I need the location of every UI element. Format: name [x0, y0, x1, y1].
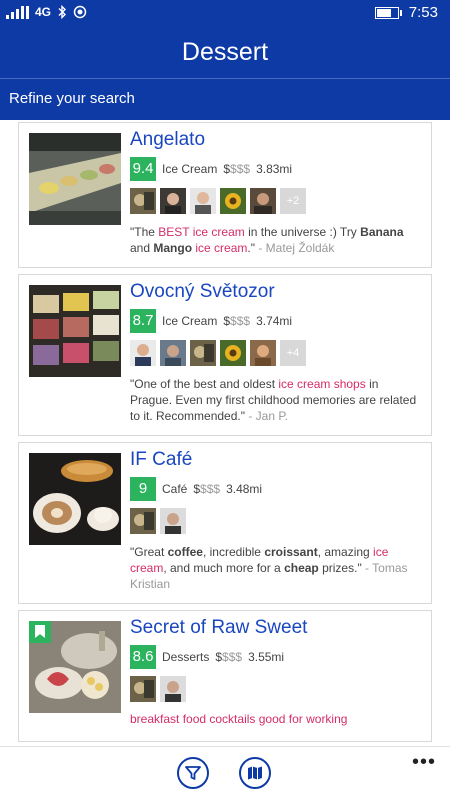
avatar[interactable] — [160, 676, 186, 702]
place-name[interactable]: Ovocný Světozor — [130, 280, 421, 304]
bluetooth-icon — [58, 5, 67, 19]
place-distance: 3.55mi — [248, 650, 285, 664]
place-category: Ice Cream — [162, 162, 218, 176]
place-card[interactable]: IF Café 9 Café $$$$ 3.48mi "Great coffee… — [18, 442, 432, 604]
refine-search-bar[interactable]: Refine your search — [0, 78, 450, 120]
avatar[interactable] — [130, 508, 156, 534]
bookmark-icon[interactable] — [29, 621, 51, 643]
signal-strength-icon — [6, 5, 29, 19]
review-author: - Jan P. — [244, 409, 289, 423]
page-header: Dessert — [0, 26, 450, 78]
refine-search-label: Refine your search — [9, 90, 135, 107]
place-card[interactable]: Ovocný Světozor 8.7 Ice Cream $$$$ 3.74m… — [18, 274, 432, 436]
status-bar: 4G 7:53 — [0, 0, 450, 26]
place-photo — [29, 133, 121, 225]
place-card[interactable]: Secret of Raw Sweet 8.6 Desserts $$$$ 3.… — [18, 610, 432, 742]
clock: 7:53 — [408, 4, 438, 21]
avatar[interactable] — [130, 676, 156, 702]
price-tier: $$$$ — [215, 650, 243, 664]
avatar[interactable] — [250, 188, 276, 214]
place-tags: breakfast food cocktails good for workin… — [130, 712, 348, 726]
place-distance: 3.83mi — [256, 162, 293, 176]
avatar[interactable] — [220, 340, 246, 366]
app-bar: ••• — [0, 746, 450, 801]
place-name[interactable]: Secret of Raw Sweet — [130, 616, 421, 640]
more-options-button[interactable]: ••• — [412, 751, 436, 774]
price-tier: $$$$ — [223, 314, 251, 328]
filter-button[interactable] — [177, 757, 209, 789]
map-button[interactable] — [239, 757, 271, 789]
review-snippet: "Great coffee, incredible croissant, ama… — [130, 545, 408, 591]
network-type: 4G — [35, 5, 52, 19]
location-icon — [73, 5, 87, 19]
map-icon — [248, 766, 262, 780]
avatar[interactable] — [130, 188, 156, 214]
review-author: - Matej Žoldák — [254, 241, 335, 255]
filter-icon — [185, 766, 201, 780]
avatar[interactable] — [220, 188, 246, 214]
avatar[interactable] — [250, 340, 276, 366]
place-category: Ice Cream — [162, 314, 218, 328]
avatar[interactable] — [130, 340, 156, 366]
battery-icon — [374, 6, 402, 19]
place-photo — [29, 285, 121, 377]
avatar[interactable] — [160, 340, 186, 366]
rating-badge: 9 — [130, 477, 156, 501]
price-tier: $$$$ — [223, 162, 251, 176]
place-card[interactable]: Angelato 9.4 Ice Cream $$$$ 3.83mi +2 "T… — [18, 122, 432, 268]
price-tier: $$$$ — [193, 482, 221, 496]
rating-badge: 9.4 — [130, 157, 156, 181]
avatar[interactable] — [160, 508, 186, 534]
place-photo — [29, 453, 121, 545]
avatar[interactable] — [190, 188, 216, 214]
results-list: Angelato 9.4 Ice Cream $$$$ 3.83mi +2 "T… — [18, 122, 432, 748]
place-name[interactable]: IF Café — [130, 448, 421, 472]
review-snippet: "The BEST ice cream in the universe :) T… — [130, 225, 404, 255]
rating-badge: 8.7 — [130, 309, 156, 333]
place-category: Café — [162, 482, 188, 496]
place-category: Desserts — [162, 650, 210, 664]
page-title: Dessert — [181, 38, 269, 66]
more-reviewers-count[interactable]: +4 — [280, 340, 306, 366]
avatar[interactable] — [190, 340, 216, 366]
avatar[interactable] — [160, 188, 186, 214]
place-distance: 3.74mi — [256, 314, 293, 328]
review-snippet: "One of the best and oldest ice cream sh… — [130, 377, 417, 423]
more-reviewers-count[interactable]: +2 — [280, 188, 306, 214]
rating-badge: 8.6 — [130, 645, 156, 669]
place-name[interactable]: Angelato — [130, 128, 421, 152]
place-distance: 3.48mi — [226, 482, 263, 496]
